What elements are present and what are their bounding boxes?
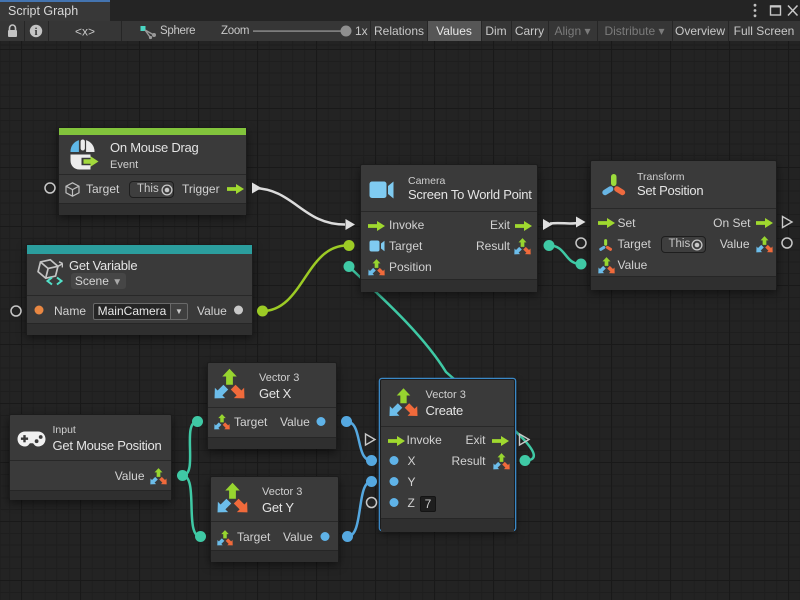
svg-text:<x>: <x> bbox=[75, 25, 95, 39]
svg-text:i: i bbox=[34, 26, 37, 38]
